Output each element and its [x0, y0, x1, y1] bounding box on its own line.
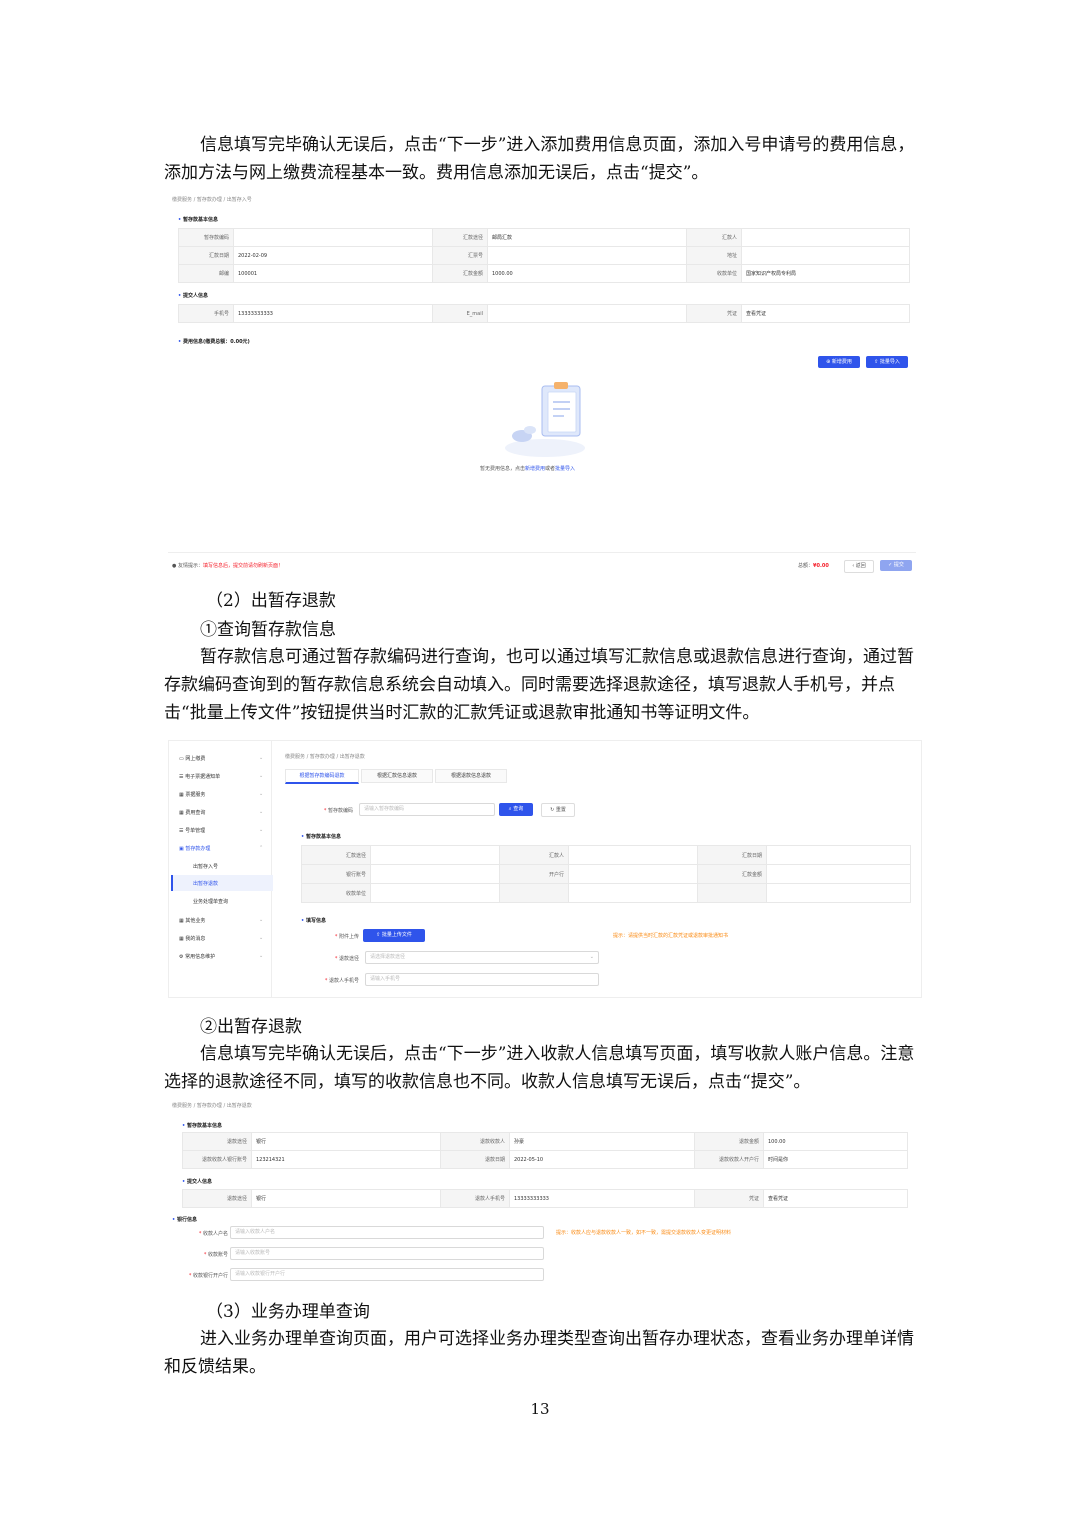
sidebar-item-online-pay[interactable]: ▭ 网上缴费: [179, 755, 205, 762]
query-button[interactable]: ⌕ 查询: [499, 803, 533, 816]
phone-label: * 退款人手机号: [324, 978, 359, 984]
section-title: 填写信息: [301, 917, 326, 924]
chevron-down-icon: ⌄: [259, 953, 264, 959]
footer-tip: ● 友情提示：填写信息后，提交前请勿刷新页面！: [172, 563, 283, 569]
route-label: * 退款途径: [334, 956, 359, 962]
sidebar-subitem-deposit-in[interactable]: 出暂存入号: [193, 863, 218, 870]
view-voucher-link[interactable]: 查看凭证: [763, 1189, 908, 1208]
table-row: 银行账号 开户行 汇款金额: [301, 864, 911, 884]
empty-clipboard-icon: [505, 382, 585, 457]
table-row: 退款途径 银行 退款人手机号 13333333333 凭证 查看凭证: [182, 1189, 908, 1208]
sidebar-subitem-deposit-refund[interactable]: 出暂存退款: [193, 880, 218, 887]
batch-upload-button[interactable]: ⇧ 批量上传文件: [363, 929, 425, 942]
tab-by-remit[interactable]: 根据汇款信息退款: [361, 769, 433, 783]
empty-hint: 暂无费用信息，点击新增费用或者批量导入: [480, 466, 576, 472]
section-title: 提交人信息: [182, 1178, 212, 1185]
deposit-info-table: 汇款途径 汇款人 汇款日期 银行账号 开户行 汇款金额 收款单位: [301, 845, 911, 903]
table-row: 退款途径 银行 退款收款人 孙豪 退款金额 100.00: [182, 1132, 908, 1151]
sidebar-item-common-info[interactable]: ⚙ 常用信息维护: [179, 953, 215, 960]
section-title: 暂存款基本信息: [178, 216, 218, 223]
breadcrumb: 缴费服务 / 暂存款办理 / 出暂存退款: [172, 1103, 252, 1109]
active-highlight: [171, 875, 273, 891]
refund-phone-input[interactable]: 请输入手机号: [365, 973, 599, 986]
sidebar-item-messages[interactable]: ▦ 我的消息: [179, 935, 205, 942]
sidebar-item-number-manage[interactable]: ☰ 号单管理: [179, 827, 205, 834]
breadcrumb: 缴费服务 / 暂存款办理 / 出暂存退款: [285, 754, 365, 760]
payee-account-label: * 收款账号: [203, 1252, 228, 1258]
chevron-down-icon: ⌄: [259, 755, 264, 761]
payee-name-input[interactable]: 请输入收款人户名: [230, 1226, 544, 1239]
table-row: 汇款日期 2022-02-09 汇票号 地址: [178, 246, 910, 265]
refund-route-select[interactable]: 请选择退款途径 ⌄: [365, 951, 599, 964]
sub-heading-query: ①查询暂存款信息: [200, 620, 336, 640]
table-row: 邮编 100001 汇款金额 1000.00 收款单位 国家知识产权局专利局: [178, 264, 910, 283]
section-title: 暂存款基本信息: [301, 833, 341, 840]
section-heading-3: （3）业务办理单查询: [206, 1302, 370, 1322]
view-voucher-link[interactable]: 查看凭证: [741, 304, 910, 323]
payee-bank-label: * 收款银行开户行: [188, 1273, 228, 1279]
page-number: 13: [530, 1400, 550, 1418]
section-title: 费用信息(缴费总额：0.00元): [178, 338, 250, 345]
batch-import-button[interactable]: ⇧ 批量导入: [866, 356, 908, 368]
bank-tip: 提示：收款人应与退款收款人一致，如不一致，需提交退款收款人变更证明材料: [556, 1230, 732, 1236]
deposit-code-input[interactable]: 请输入暂存款编码: [359, 803, 495, 816]
back-button[interactable]: ‹ 返回: [844, 560, 874, 573]
tab-by-refund[interactable]: 根据退款信息退款: [435, 769, 507, 783]
screenshot-refund-query: ▭ 网上缴费 ⌄ ☰ 电子票据通知单 ⌄ ▦ 票据服务 ⌄ ▦ 费用查询 ⌄ ☰ 号单管…: [168, 740, 922, 998]
divider: [168, 552, 916, 553]
table-row: 暂存款编码 汇款途径 邮局汇款 汇款人: [178, 228, 910, 247]
tab-by-code[interactable]: 根据暂存款编码退款: [285, 769, 359, 784]
paragraph-3: 信息填写完毕确认无误后，点击“下一步”进入收款人信息填写页面，填写收款人账户信息…: [164, 1044, 915, 1092]
table-row: 收款单位: [301, 883, 911, 903]
payee-bank-input[interactable]: 请输入收款银行开户行: [230, 1268, 544, 1281]
refund-info-table: 退款途径 银行 退款收款人 孙豪 退款金额 100.00 退款收款人银行账号 12321…: [182, 1132, 908, 1169]
total-amount: 总额：¥0.00: [798, 563, 829, 569]
screenshot-add-fee: 缴费服务 / 暂存款办理 / 出暂存入号 暂存款基本信息 暂存款编码 汇款途径邮…: [168, 190, 916, 578]
attach-label: * 附件上传: [334, 934, 359, 940]
sidebar-subitem-order-query[interactable]: 业务处理单查询: [193, 898, 228, 905]
basic-info-table: 暂存款编码 汇款途径 邮局汇款 汇款人 汇款日期 2022-02-09 汇票号 地址…: [178, 228, 910, 283]
breadcrumb: 缴费服务 / 暂存款办理 / 出暂存入号: [172, 197, 252, 203]
submitter-table: 手机号 13333333333 E_mail 凭证 查看凭证: [178, 304, 910, 323]
table-row: 退款收款人银行账号 123214321 退款日期 2022-05-10 退款收款人开…: [182, 1150, 908, 1169]
sub-heading-refund: ②出暂存退款: [200, 1017, 302, 1037]
sidebar-item-deposit[interactable]: ▣ 暂存款办理: [179, 845, 210, 852]
code-label: * 暂存款编码: [323, 808, 353, 814]
payee-name-label: * 收款人户名: [198, 1231, 228, 1237]
chevron-up-icon: ⌃: [259, 845, 264, 851]
screenshot-payee-info: 缴费服务 / 暂存款办理 / 出暂存退款 暂存款基本信息 退款途径银行 退款收款…: [168, 1096, 916, 1286]
section-heading-2: （2）出暂存退款: [206, 591, 336, 611]
sidebar-item-bill-service[interactable]: ▦ 票据服务: [179, 791, 205, 798]
submit-button[interactable]: ✓ 提交: [880, 560, 912, 571]
paragraph-2: 暂存款信息可通过暂存款编码进行查询，也可以通过填写汇款信息或退款信息进行查询，通…: [164, 647, 914, 723]
section-title: 银行信息: [172, 1216, 197, 1223]
sidebar-item-other[interactable]: ▦ 其他业务: [179, 917, 205, 924]
table-row: 手机号 13333333333 E_mail 凭证 查看凭证: [178, 304, 910, 323]
chevron-down-icon: ⌄: [259, 773, 264, 779]
chevron-down-icon: ⌄: [589, 954, 594, 960]
chevron-down-icon: ⌄: [259, 809, 264, 815]
chevron-down-icon: ⌄: [259, 917, 264, 923]
section-title: 提交人信息: [178, 292, 208, 299]
section-title: 暂存款基本信息: [182, 1122, 222, 1129]
chevron-down-icon: ⌄: [259, 791, 264, 797]
paragraph-4: 进入业务办理单查询页面，用户可选择业务办理类型查询出暂存办理状态，查看业务办理单…: [164, 1329, 914, 1377]
chevron-down-icon: ⌄: [259, 827, 264, 833]
table-row: 汇款途径 汇款人 汇款日期: [301, 845, 911, 865]
paragraph-1: 信息填写完毕确认无误后，点击“下一步”进入添加费用信息页面，添加入号申请号的费用…: [164, 135, 915, 183]
chevron-down-icon: ⌄: [259, 935, 264, 941]
sidebar: ▭ 网上缴费 ⌄ ☰ 电子票据通知单 ⌄ ▦ 票据服务 ⌄ ▦ 费用查询 ⌄ ☰ 号单管…: [169, 741, 273, 997]
payee-account-input[interactable]: 请输入收款账号: [230, 1247, 544, 1260]
empty-batch-import-link[interactable]: 批量导入: [555, 466, 575, 472]
submitter-table: 退款途径 银行 退款人手机号 13333333333 凭证 查看凭证: [182, 1189, 908, 1208]
sidebar-item-fee-query[interactable]: ▦ 费用查询: [179, 809, 205, 816]
reset-button[interactable]: ↻ 重置: [541, 803, 575, 817]
sidebar-item-e-notice[interactable]: ☰ 电子票据通知单: [179, 773, 220, 780]
upload-tip: 提示：请提供当时汇款的汇款凭证或退款审批通知书: [613, 933, 729, 939]
empty-add-fee-link[interactable]: 新增费用: [525, 466, 545, 472]
add-fee-button[interactable]: ⊕ 新增费用: [818, 356, 860, 368]
